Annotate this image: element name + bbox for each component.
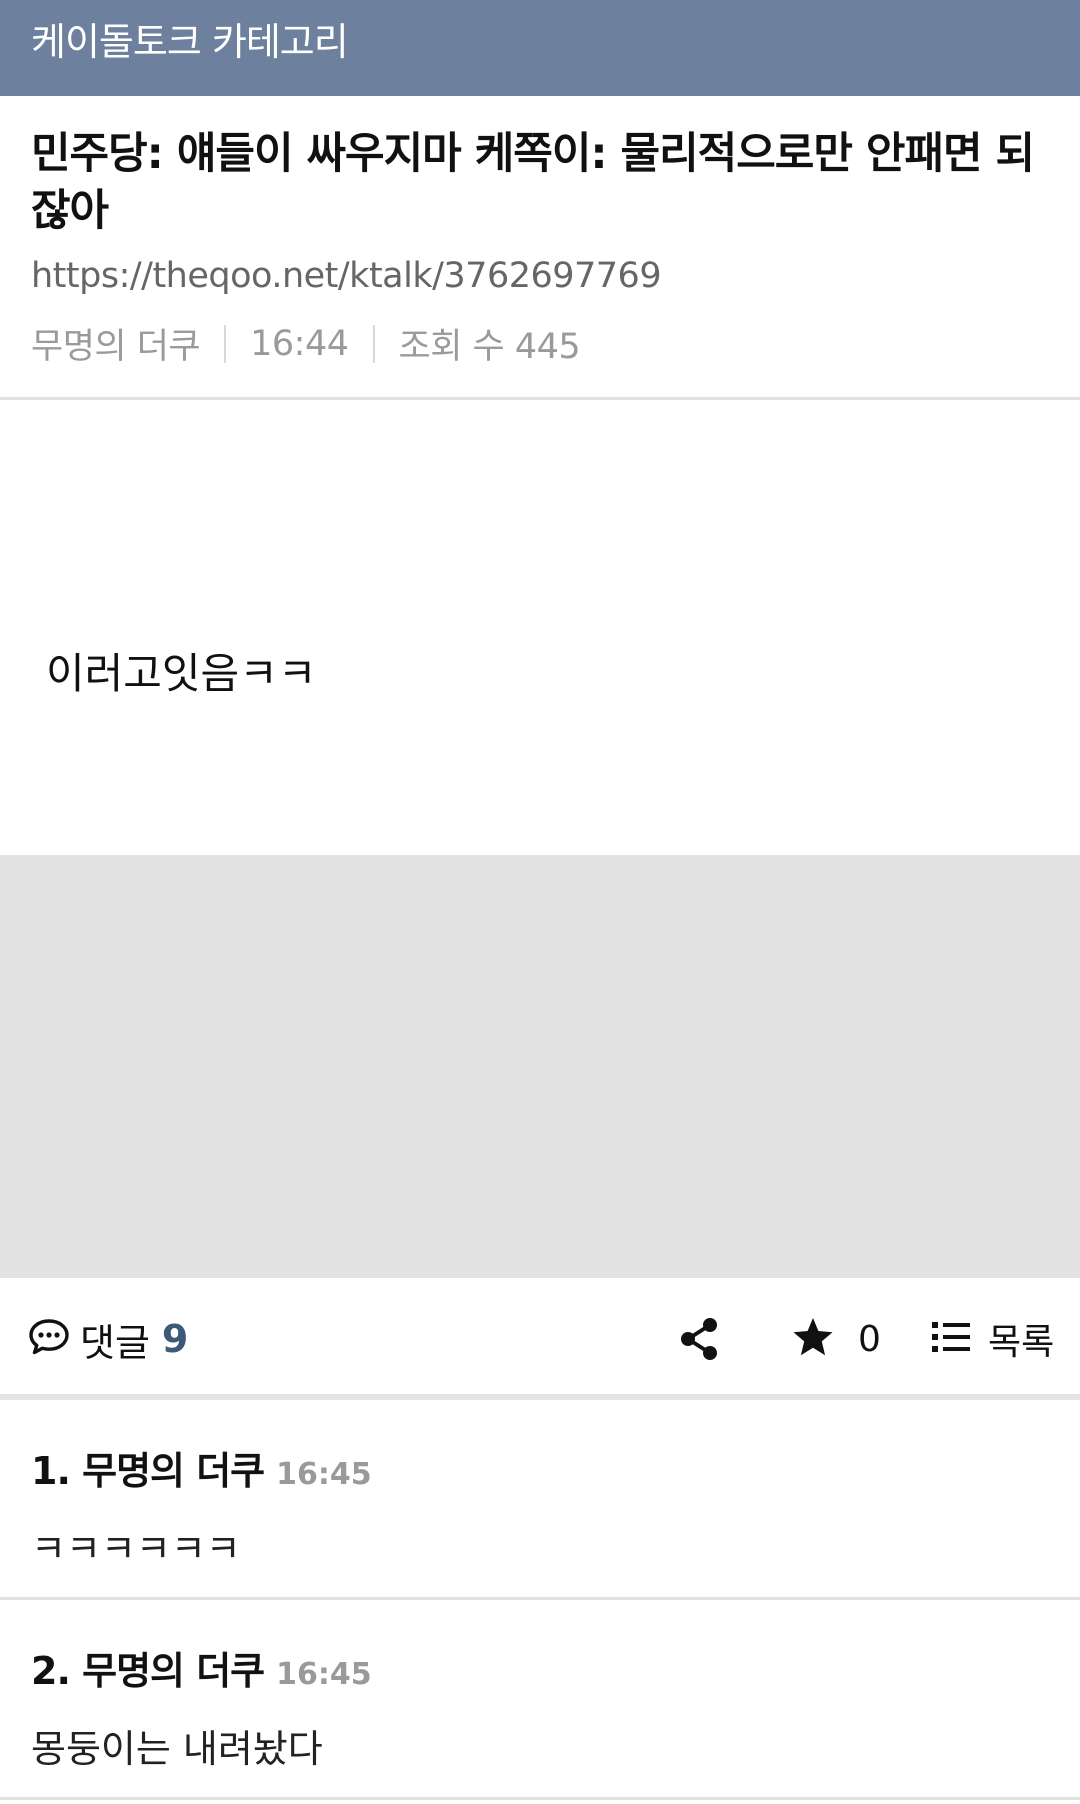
comment-time: 16:45 [276, 1457, 372, 1492]
post-views: 조회 수 445 [398, 327, 581, 367]
share-button[interactable] [678, 1316, 720, 1362]
comment-text: 몽둥이는 내려놨다 [31, 1727, 323, 1771]
post-text: 이러고잇음ㅋㅋ [46, 649, 317, 698]
post-author: 무명의 더쿠 [31, 327, 201, 367]
star-button[interactable]: 0 [792, 1314, 881, 1364]
comment-time: 16:45 [276, 1657, 372, 1692]
ad-placeholder [0, 855, 1080, 1278]
list-icon [932, 1320, 970, 1358]
comments-button[interactable]: 댓글 9 [28, 1314, 189, 1365]
post-header: 민주당: 얘들이 싸우지마 케쪽이: 물리적으로만 안패면 되잖아 https:… [0, 96, 1080, 400]
post-meta: 무명의 더쿠 16:44 조회 수 445 [31, 318, 581, 369]
meta-divider [372, 324, 375, 363]
page: 케이돌토크 카테고리 민주당: 얘들이 싸우지마 케쪽이: 물리적으로만 안패면… [0, 0, 1080, 1804]
post-body: 이러고잇음ㅋㅋ [0, 400, 1080, 855]
comment-item: 2. 무명의 더쿠 16:45 몽둥이는 내려놨다 [0, 1600, 1080, 1800]
comments-label: 댓글 [80, 1320, 150, 1365]
comment-text: ㅋㅋㅋㅋㅋㅋ [31, 1527, 241, 1571]
comment-header: 2. 무명의 더쿠 16:45 [31, 1640, 372, 1695]
action-bar: 댓글 9 0 목록 [0, 1278, 1080, 1400]
comment-item: 1. 무명의 더쿠 16:45 ㅋㅋㅋㅋㅋㅋ [0, 1400, 1080, 1600]
comment-author[interactable]: 2. 무명의 더쿠 [31, 1640, 265, 1695]
comment-author[interactable]: 1. 무명의 더쿠 [31, 1440, 265, 1495]
comment-list: 1. 무명의 더쿠 16:45 ㅋㅋㅋㅋㅋㅋ 2. 무명의 더쿠 16:45 몽… [0, 1400, 1080, 1800]
post-time: 16:44 [250, 323, 349, 364]
meta-divider [224, 324, 227, 363]
post-title: 민주당: 얘들이 싸우지마 케쪽이: 물리적으로만 안패면 되잖아 [31, 129, 1035, 236]
star-icon [792, 1316, 834, 1362]
speech-bubble-icon [28, 1317, 70, 1361]
star-count: 0 [858, 1318, 881, 1360]
comment-header: 1. 무명의 더쿠 16:45 [31, 1440, 372, 1495]
post-url[interactable]: https://theqoo.net/ktalk/3762697769 [31, 256, 662, 296]
list-button[interactable]: 목록 [932, 1314, 1054, 1364]
share-icon [678, 1318, 720, 1366]
list-label: 목록 [988, 1322, 1055, 1363]
comments-count: 9 [161, 1317, 189, 1361]
category-title: 케이돌토크 카테고리 [31, 20, 349, 64]
category-bar[interactable]: 케이돌토크 카테고리 [0, 0, 1080, 96]
